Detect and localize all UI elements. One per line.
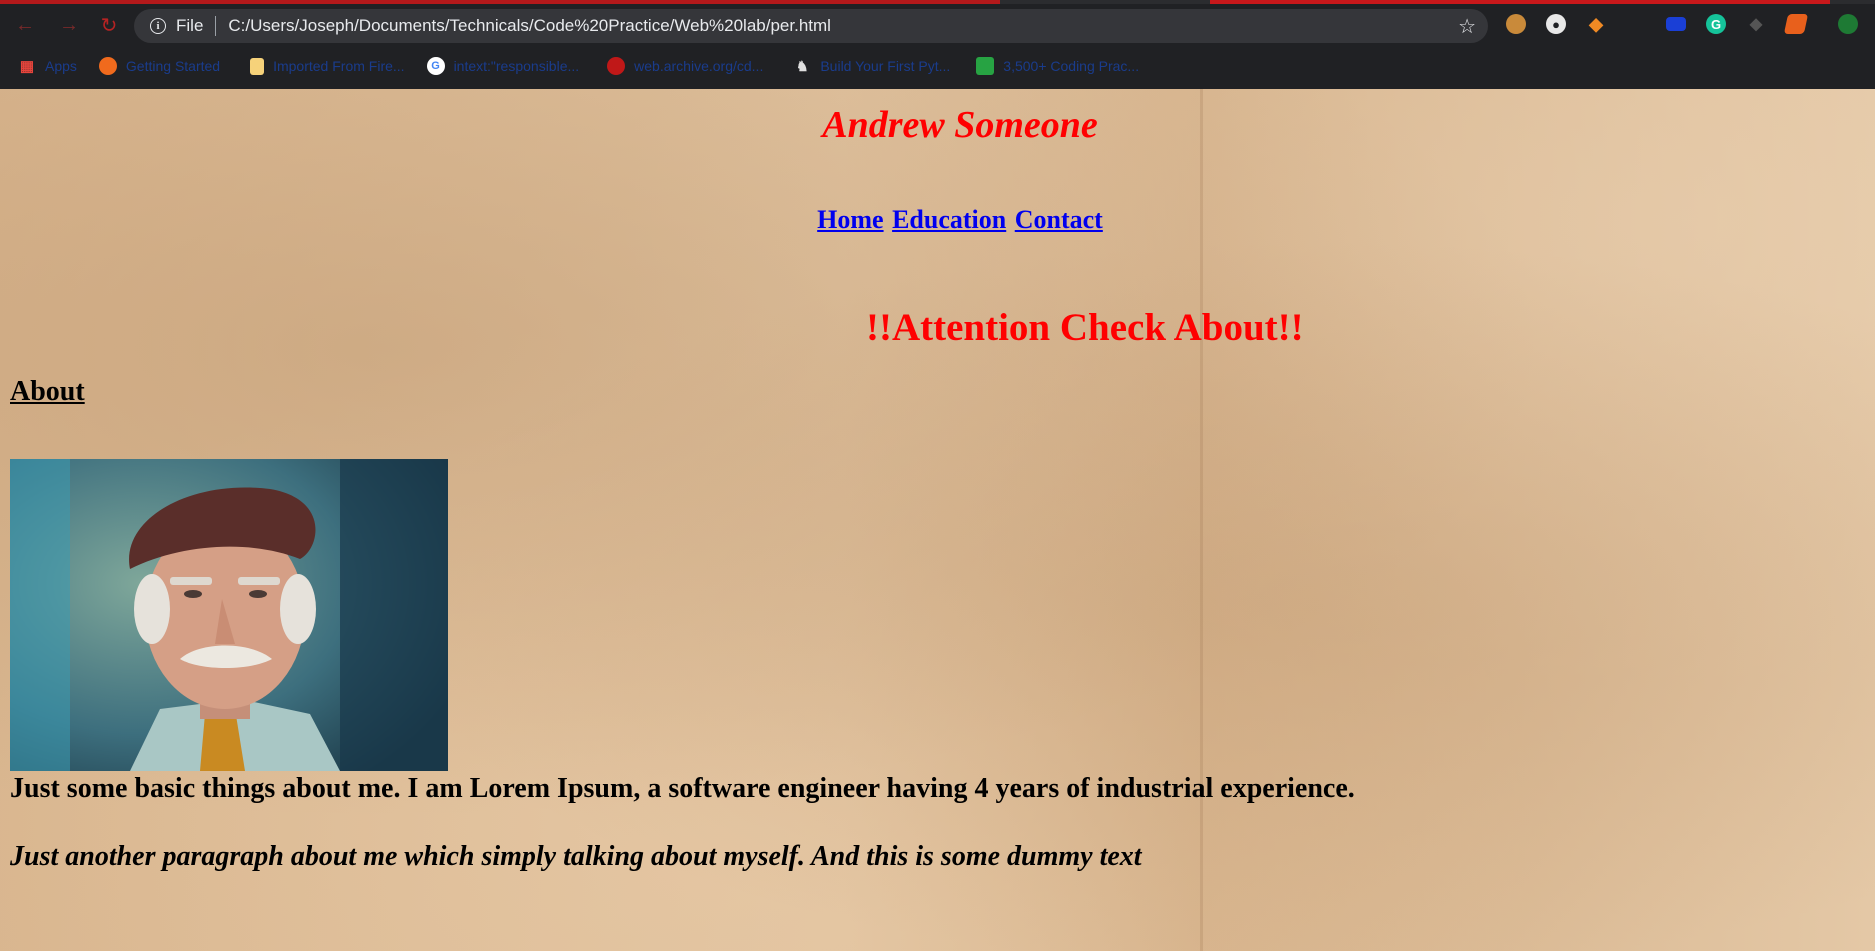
reload-icon[interactable]: ↻	[96, 12, 122, 38]
bookmark-label: Getting Started	[125, 58, 221, 74]
bookmark-label: web.archive.org/cd...	[634, 58, 764, 74]
python-icon: ♞	[796, 57, 809, 74]
screen-icon[interactable]	[1666, 17, 1686, 31]
about-paragraph-2: Just another paragraph about me which si…	[10, 841, 1142, 872]
tag-orange-icon[interactable]	[1783, 14, 1809, 34]
chat-icon[interactable]: ●	[1546, 14, 1566, 34]
grammarly-icon[interactable]: G	[1706, 14, 1726, 34]
site-title: Andrew Someone	[822, 104, 1098, 146]
about-heading: About	[10, 376, 85, 407]
tab-accent	[1210, 0, 1830, 4]
address-url[interactable]: C:/Users/Joseph/Documents/Technicals/Cod…	[228, 16, 1458, 36]
bookmark-label: Build Your First Pyt...	[820, 58, 951, 74]
coding-icon	[976, 57, 995, 75]
bookmark-label: intext:"responsible...	[453, 58, 580, 74]
diamond-icon[interactable]: ◆	[1746, 14, 1766, 34]
profile-photo	[10, 459, 448, 771]
nav-link-home[interactable]: Home	[817, 205, 883, 234]
back-arrow-icon[interactable]: ←	[12, 12, 38, 38]
bookmarks-bar: ▦ Apps Getting Started Imported From Fir…	[0, 50, 1875, 82]
portrait-illustration	[10, 459, 448, 771]
address-scheme: File	[176, 16, 204, 35]
address-bar[interactable]: i File C:/Users/Joseph/Documents/Technic…	[134, 9, 1488, 43]
site-nav: Home Education Contact	[0, 205, 1875, 235]
cookie-icon[interactable]	[1506, 14, 1526, 34]
bookmark-coding[interactable]: 3,500+ Coding Prac...	[976, 57, 1139, 75]
gitlab-icon[interactable]: ◆	[1586, 14, 1606, 34]
folder-icon	[250, 57, 265, 75]
bookmark-intext[interactable]: G intext:"responsible...	[426, 57, 580, 75]
page-content: Andrew Someone Home Education Contact !!…	[0, 89, 1875, 951]
apps-grid-icon: ▦	[19, 58, 35, 75]
firefox-icon	[98, 57, 117, 75]
bookmark-apps[interactable]: ▦ Apps	[18, 57, 77, 75]
google-icon: G	[426, 57, 445, 75]
bookmark-label: 3,500+ Coding Prac...	[1003, 58, 1140, 74]
tab-accent	[0, 0, 1000, 4]
browser-chrome: ← → ↻ i File C:/Users/Joseph/Documents/T…	[0, 0, 1875, 89]
bookmark-imported[interactable]: Imported From Fire...	[250, 57, 405, 75]
about-paragraph-1: Just some basic things about me. I am Lo…	[10, 773, 1355, 804]
bookmark-python[interactable]: ♞ Build Your First Pyt...	[793, 57, 950, 75]
bookmark-label: Apps	[45, 58, 77, 74]
nav-link-contact[interactable]: Contact	[1015, 205, 1103, 234]
bookmark-label: Imported From Fire...	[273, 58, 405, 74]
bookmark-getting-started[interactable]: Getting Started	[98, 57, 221, 75]
nav-link-education[interactable]: Education	[892, 205, 1006, 234]
attention-banner: !!Attention Check About!!	[866, 306, 1304, 349]
archive-icon	[607, 57, 626, 75]
globe-icon[interactable]	[1838, 14, 1858, 34]
tab-strip	[0, 0, 1875, 4]
forward-arrow-icon[interactable]: →	[56, 12, 82, 38]
bookmark-web-archive[interactable]: web.archive.org/cd...	[607, 57, 763, 75]
info-icon[interactable]: i	[150, 18, 166, 34]
bookmark-star-icon[interactable]: ☆	[1458, 14, 1476, 39]
address-separator	[215, 16, 217, 36]
